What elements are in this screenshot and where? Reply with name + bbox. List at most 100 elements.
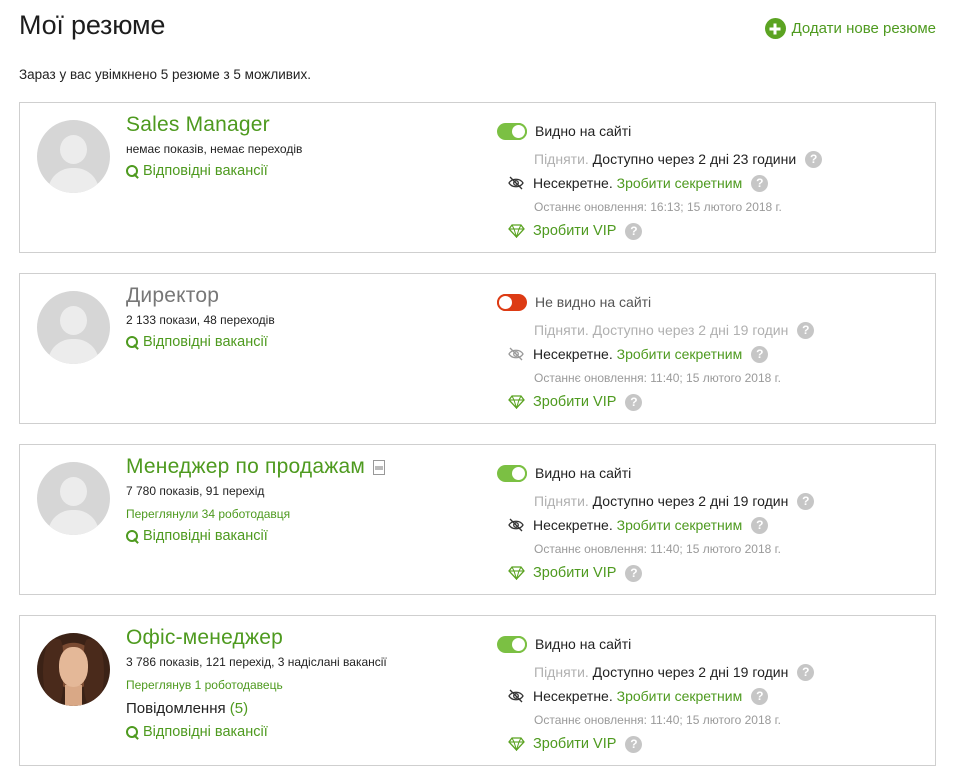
raise-row: Підняти. Доступно через 2 дні 23 години?: [534, 147, 823, 171]
make-secret-link[interactable]: Зробити секретним: [617, 517, 743, 533]
raise-row: Підняти. Доступно через 2 дні 19 годин?: [534, 660, 815, 684]
vip-row: Зробити VIP?: [508, 561, 643, 585]
resume-stats: 3 786 показів, 121 перехід, 3 надіслані …: [126, 655, 387, 669]
raise-button[interactable]: Підняти.: [534, 322, 589, 338]
help-icon[interactable]: ?: [625, 222, 643, 240]
make-secret-link[interactable]: Зробити секретним: [617, 346, 743, 362]
resume-card: Офіс-менеджер 3 786 показів, 121 перехід,…: [19, 615, 936, 766]
vip-row: Зробити VIP?: [508, 390, 643, 414]
diamond-icon: [508, 737, 525, 752]
last-update: Останнє оновлення: 11:40; 15 лютого 2018…: [534, 542, 781, 556]
eye-off-icon: [507, 345, 525, 363]
resume-count-info: Зараз у вас увімкнено 5 резюме з 5 можли…: [19, 67, 311, 82]
avatar: [37, 462, 110, 535]
make-secret-link[interactable]: Зробити секретним: [617, 175, 743, 191]
avatar: [37, 120, 110, 193]
search-icon: [126, 725, 139, 739]
raise-availability: Доступно через 2 дні 23 години: [592, 151, 797, 167]
eye-off-icon: [507, 516, 525, 534]
visibility-row: Видно на сайті: [497, 461, 631, 485]
matching-vacancies-link[interactable]: Відповідні вакансії: [126, 334, 275, 350]
secret-status: Несекретне.: [533, 517, 613, 533]
help-icon[interactable]: ?: [751, 516, 769, 534]
last-update: Останнє оновлення: 11:40; 15 лютого 2018…: [534, 371, 781, 385]
secret-status: Несекретне.: [533, 175, 613, 191]
raise-row: Підняти. Доступно через 2 дні 19 годин?: [534, 489, 815, 513]
secret-row: Несекретне. Зробити секретним?: [507, 684, 769, 708]
visibility-status: Видно на сайті: [535, 465, 632, 481]
help-icon[interactable]: ?: [751, 687, 769, 705]
raise-button[interactable]: Підняти.: [534, 151, 589, 167]
help-icon[interactable]: ?: [751, 174, 769, 192]
resume-info: Директор 2 133 покази, 48 переходів Відпов…: [126, 284, 275, 350]
raise-button[interactable]: Підняти.: [534, 664, 589, 680]
last-update: Останнє оновлення: 11:40; 15 лютого 2018…: [534, 713, 781, 727]
eye-off-icon: [507, 687, 525, 705]
make-vip-link[interactable]: Зробити VIP: [533, 394, 616, 410]
search-icon: [126, 164, 139, 178]
resume-info: Менеджер по продажам 7 780 показів, 91 пе…: [126, 455, 385, 544]
help-icon[interactable]: ?: [751, 345, 769, 363]
resume-card: Sales Manager немає показів, немає перехо…: [19, 102, 936, 253]
update-row: Останнє оновлення: 11:40; 15 лютого 2018…: [534, 708, 781, 732]
page-title: Мої резюме: [19, 10, 166, 40]
plus-circle-icon: [764, 18, 786, 39]
resume-card: Директор 2 133 покази, 48 переходів Відпов…: [19, 273, 936, 424]
matching-vacancies-link[interactable]: Відповідні вакансії: [126, 163, 302, 179]
visibility-status: Видно на сайті: [535, 636, 632, 652]
help-icon[interactable]: ?: [797, 663, 815, 681]
diamond-icon: [508, 395, 525, 410]
raise-availability: Доступно через 2 дні 19 годин: [592, 322, 789, 338]
help-icon[interactable]: ?: [797, 492, 815, 510]
vip-row: Зробити VIP?: [508, 732, 643, 756]
visibility-row: Видно на сайті: [497, 119, 631, 143]
messages-count[interactable]: (5): [230, 700, 248, 717]
resume-stats: 7 780 показів, 91 перехід: [126, 484, 265, 498]
update-row: Останнє оновлення: 16:13; 15 лютого 2018…: [534, 195, 782, 219]
visibility-status: Не видно на сайті: [535, 294, 652, 310]
resume-stats: немає показів, немає переходів: [126, 142, 303, 156]
resume-title[interactable]: Менеджер по продажам: [126, 455, 385, 479]
visibility-toggle[interactable]: [497, 293, 527, 311]
help-icon[interactable]: ?: [625, 564, 643, 582]
help-icon[interactable]: ?: [805, 150, 823, 168]
messages-link[interactable]: Повідомлення (5): [126, 700, 387, 717]
visibility-toggle[interactable]: [497, 122, 527, 140]
employer-views-link[interactable]: Переглянули 34 роботодавця: [126, 507, 385, 521]
document-icon: [372, 459, 385, 475]
diamond-icon: [508, 224, 525, 239]
raise-button[interactable]: Підняти.: [534, 493, 589, 509]
make-vip-link[interactable]: Зробити VIP: [533, 565, 616, 581]
last-update: Останнє оновлення: 16:13; 15 лютого 2018…: [534, 200, 782, 214]
resume-title[interactable]: Директор: [126, 284, 275, 308]
resume-title[interactable]: Офіс-менеджер: [126, 626, 387, 650]
make-vip-link[interactable]: Зробити VIP: [533, 223, 616, 239]
avatar: [37, 291, 110, 364]
visibility-toggle[interactable]: [497, 464, 527, 482]
eye-off-icon: [507, 174, 525, 192]
help-icon[interactable]: ?: [797, 321, 815, 339]
add-resume-link[interactable]: Додати нове резюме: [764, 18, 936, 39]
resume-card: Менеджер по продажам 7 780 показів, 91 пе…: [19, 444, 936, 595]
resume-title[interactable]: Sales Manager: [126, 113, 302, 137]
vip-row: Зробити VIP?: [508, 219, 643, 243]
secret-status: Несекретне.: [533, 346, 613, 362]
secret-status: Несекретне.: [533, 688, 613, 704]
help-icon[interactable]: ?: [625, 735, 643, 753]
visibility-status: Видно на сайті: [535, 123, 632, 139]
raise-availability: Доступно через 2 дні 19 годин: [592, 493, 789, 509]
matching-vacancies-link[interactable]: Відповідні вакансії: [126, 528, 385, 544]
add-resume-label: Додати нове резюме: [791, 20, 936, 37]
help-icon[interactable]: ?: [625, 393, 643, 411]
employer-views-link[interactable]: Переглянув 1 роботодавець: [126, 678, 387, 692]
raise-availability: Доступно через 2 дні 19 годин: [592, 664, 789, 680]
matching-vacancies-link[interactable]: Відповідні вакансії: [126, 724, 387, 740]
make-secret-link[interactable]: Зробити секретним: [617, 688, 743, 704]
secret-row: Несекретне. Зробити секретним?: [507, 342, 769, 366]
secret-row: Несекретне. Зробити секретним?: [507, 171, 769, 195]
search-icon: [126, 529, 139, 543]
avatar: [37, 633, 110, 706]
visibility-toggle[interactable]: [497, 635, 527, 653]
make-vip-link[interactable]: Зробити VIP: [533, 736, 616, 752]
diamond-icon: [508, 566, 525, 581]
